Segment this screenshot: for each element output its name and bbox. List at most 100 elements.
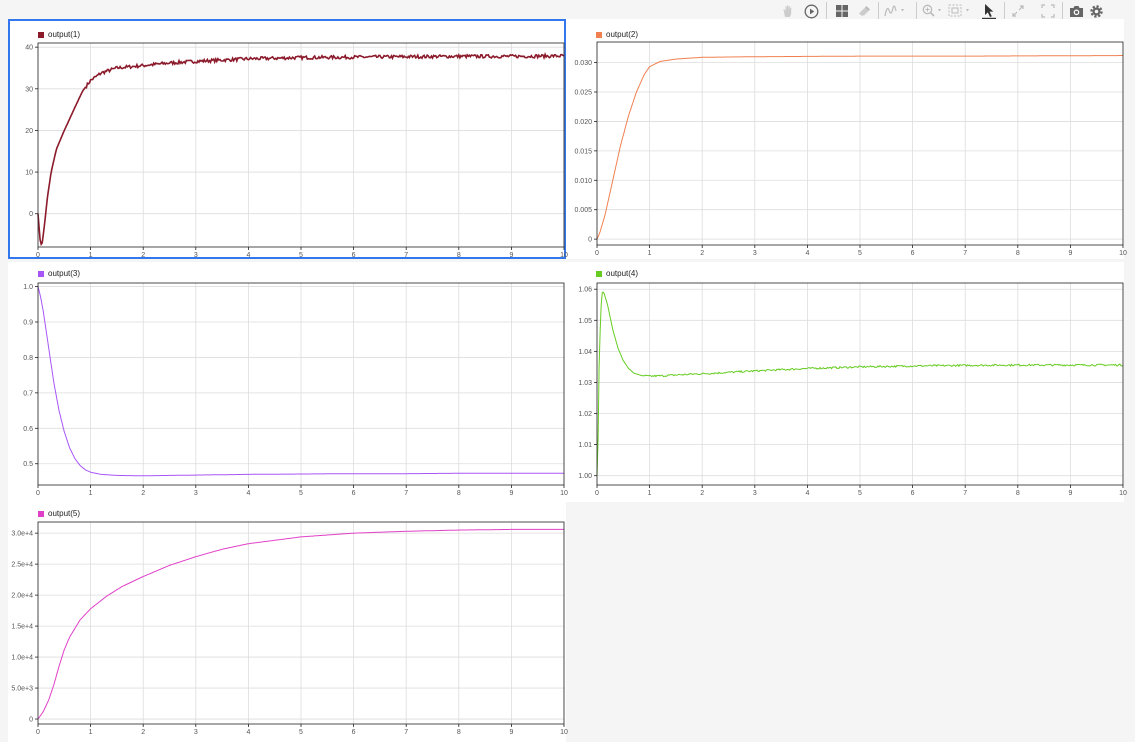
zoom-in-icon[interactable] xyxy=(922,1,946,21)
fullscreen-icon[interactable] xyxy=(1040,1,1056,21)
y-tick-label: 10 xyxy=(25,170,33,177)
x-tick-label: 4 xyxy=(805,490,809,497)
x-tick-label: 10 xyxy=(560,490,568,497)
toolbar-separator xyxy=(878,2,879,20)
x-tick-label: 4 xyxy=(246,729,250,736)
x-tick-label: 6 xyxy=(352,490,356,497)
y-tick-label: 0 xyxy=(588,237,592,244)
x-tick-label: 9 xyxy=(509,490,513,497)
y-tick-label: 30 xyxy=(25,86,33,93)
legend: output(2) xyxy=(596,30,638,39)
x-tick-label: 6 xyxy=(352,252,356,259)
output-1-plot[interactable]: 0 1 2 3 4 5 6 7 8 9 10 0 10 20 30 40 xyxy=(25,42,568,259)
x-tick-label: 6 xyxy=(352,729,356,736)
x-tick-label: 9 xyxy=(509,252,513,259)
camera-icon[interactable] xyxy=(1068,1,1084,21)
legend-swatch xyxy=(596,31,602,38)
play-circle-icon[interactable] xyxy=(802,1,820,21)
y-tick-label: 2.5e+4 xyxy=(11,562,33,569)
x-tick-label: 9 xyxy=(1068,490,1072,497)
x-tick-label: 1 xyxy=(89,729,93,736)
legend: output(1) xyxy=(38,30,80,39)
legend-label: output(2) xyxy=(606,30,639,39)
toolbar-separator xyxy=(1062,2,1063,20)
y-tick-label: 0 xyxy=(29,211,33,218)
x-tick-label: 1 xyxy=(648,250,652,257)
y-tick-label: 0.020 xyxy=(574,119,592,126)
x-tick-label: 3 xyxy=(753,490,757,497)
legend: output(5) xyxy=(38,509,80,518)
x-tick-label: 4 xyxy=(805,250,809,257)
x-tick-label: 3 xyxy=(753,250,757,257)
legend-swatch xyxy=(38,31,44,38)
x-tick-label: 2 xyxy=(141,252,145,259)
gear-icon[interactable] xyxy=(1088,1,1104,21)
legend-swatch xyxy=(38,270,44,277)
y-tick-label: 0.005 xyxy=(574,207,592,214)
x-tick-label: 2 xyxy=(141,729,145,736)
legend-label: output(4) xyxy=(606,269,639,278)
y-tick-label: 0.010 xyxy=(574,178,592,185)
expand-arrows-icon[interactable] xyxy=(1010,1,1026,21)
x-tick-label: 7 xyxy=(404,252,408,259)
y-tick-label: 1.05 xyxy=(578,318,592,325)
x-tick-label: 5 xyxy=(299,490,303,497)
x-tick-label: 0 xyxy=(595,250,599,257)
output-4-plot[interactable]: 0 1 2 3 4 5 6 7 8 9 10 1.00 1.01 1.02 1.03 1.04 1.05 1.06 xyxy=(578,282,1127,497)
y-tick-label: 40 xyxy=(25,45,33,52)
y-tick-label: 20 xyxy=(25,128,33,135)
y-tick-label: 0.9 xyxy=(23,319,33,326)
x-tick-label: 5 xyxy=(299,252,303,259)
legend-label: output(5) xyxy=(48,509,81,518)
legend-label: output(3) xyxy=(48,269,81,278)
x-tick-label: 6 xyxy=(911,490,915,497)
x-tick-label: 9 xyxy=(509,729,513,736)
y-tick-label: 1.0 xyxy=(23,284,33,291)
y-tick-label: 5.0e+3 xyxy=(11,686,33,693)
y-tick-label: 0.5 xyxy=(23,461,33,468)
x-tick-label: 3 xyxy=(194,490,198,497)
y-tick-label: 2.0e+4 xyxy=(11,593,33,600)
x-tick-label: 8 xyxy=(1016,250,1020,257)
y-tick-label: 3.0e+4 xyxy=(11,531,33,538)
output-3-plot[interactable]: 0 1 2 3 4 5 6 7 8 9 10 0.5 0.6 0.7 0.8 0.9 1.0 xyxy=(23,282,568,497)
signal-cursor-icon[interactable] xyxy=(884,1,910,21)
x-tick-label: 0 xyxy=(36,729,40,736)
toolbar-separator xyxy=(1004,2,1005,20)
legend-label: output(1) xyxy=(48,30,81,39)
x-tick-label: 2 xyxy=(700,250,704,257)
legend-swatch xyxy=(596,270,602,277)
output-2-plot[interactable]: 0 1 2 3 4 5 6 7 8 9 10 0 0.005 0.010 0.015 0.020 0.025 0.… xyxy=(574,41,1127,257)
layout-grid-icon[interactable] xyxy=(834,1,850,21)
output-5-plot[interactable]: 0 1 2 3 4 5 6 7 8 9 10 0 5.0e+3 1.0e+4 1.5e+4 2.0e+4 2.5… xyxy=(11,521,568,736)
x-tick-label: 10 xyxy=(560,729,568,736)
eraser-icon[interactable] xyxy=(856,1,872,21)
y-tick-label: 1.5e+4 xyxy=(11,624,33,631)
x-tick-label: 8 xyxy=(1016,490,1020,497)
y-tick-label: 1.00 xyxy=(578,473,592,480)
x-tick-label: 8 xyxy=(457,252,461,259)
y-tick-label: 1.04 xyxy=(578,349,592,356)
x-tick-label: 0 xyxy=(36,252,40,259)
legend: output(3) xyxy=(38,269,80,278)
x-tick-label: 8 xyxy=(457,490,461,497)
x-tick-label: 0 xyxy=(595,490,599,497)
x-tick-label: 7 xyxy=(963,490,967,497)
x-tick-label: 7 xyxy=(404,729,408,736)
x-tick-label: 5 xyxy=(858,250,862,257)
y-tick-label: 1.02 xyxy=(578,411,592,418)
legend-swatch xyxy=(38,510,44,517)
y-tick-label: 1.01 xyxy=(578,442,592,449)
x-tick-label: 4 xyxy=(246,252,250,259)
x-tick-label: 2 xyxy=(700,490,704,497)
y-tick-label: 1.0e+4 xyxy=(11,655,33,662)
pointer-select-icon[interactable] xyxy=(980,1,998,21)
x-tick-label: 10 xyxy=(1119,490,1127,497)
zoom-box-icon[interactable] xyxy=(948,1,974,21)
x-tick-label: 8 xyxy=(457,729,461,736)
y-tick-label: 0.6 xyxy=(23,426,33,433)
pan-hand-icon[interactable] xyxy=(780,1,796,21)
x-tick-label: 1 xyxy=(648,490,652,497)
legend: output(4) xyxy=(596,269,638,278)
toolbar-separator xyxy=(826,2,827,20)
